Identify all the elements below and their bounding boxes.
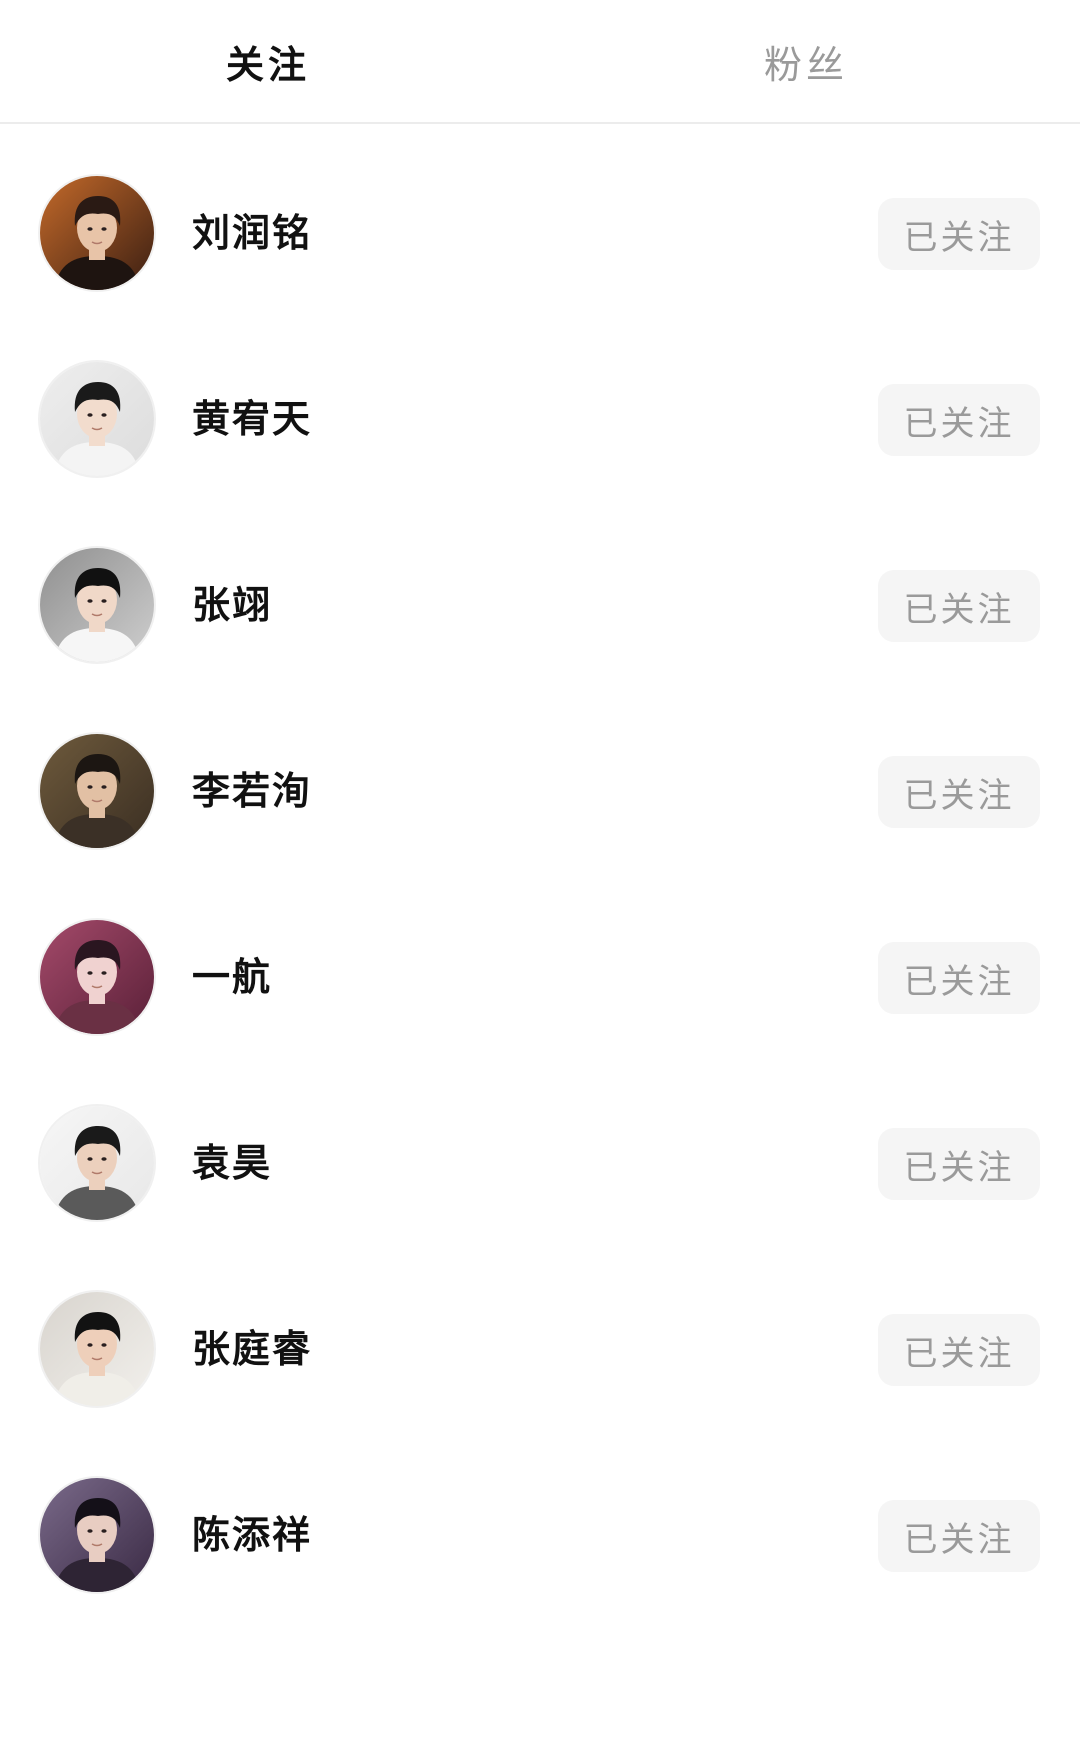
list-item[interactable]: 黄宥天 已关注 [0,310,1080,496]
avatar-portrait [40,734,154,848]
followed-button[interactable]: 已关注 [878,1500,1040,1572]
user-name: 张翊 [192,583,273,627]
followed-button[interactable]: 已关注 [878,570,1040,642]
user-name: 张庭睿 [192,1327,313,1371]
avatar-portrait [40,1292,154,1406]
avatar-portrait [40,548,154,662]
avatar[interactable] [38,1476,156,1594]
tab-following[interactable]: 关注 [118,0,418,122]
avatar[interactable] [38,1104,156,1222]
avatar[interactable] [38,546,156,664]
user-name: 一航 [192,955,273,999]
user-name: 黄宥天 [192,397,313,441]
list-item[interactable]: 一航 已关注 [0,868,1080,1054]
user-name: 李若洵 [192,769,313,813]
avatar[interactable] [38,1290,156,1408]
avatar-portrait [40,1106,154,1220]
avatar-portrait [40,920,154,1034]
user-name: 刘润铭 [192,211,313,255]
list-item[interactable]: 李若洵 已关注 [0,682,1080,868]
followed-button[interactable]: 已关注 [878,384,1040,456]
avatar[interactable] [38,918,156,1036]
followed-button[interactable]: 已关注 [878,1128,1040,1200]
followed-button[interactable]: 已关注 [878,198,1040,270]
avatar[interactable] [38,174,156,292]
user-name: 袁昊 [192,1141,273,1185]
list-item[interactable]: 袁昊 已关注 [0,1054,1080,1240]
followed-button[interactable]: 已关注 [878,942,1040,1014]
followed-button[interactable]: 已关注 [878,1314,1040,1386]
avatar[interactable] [38,360,156,478]
list-item[interactable]: 张庭睿 已关注 [0,1240,1080,1426]
list-item[interactable]: 张翊 已关注 [0,496,1080,682]
avatar-portrait [40,1478,154,1592]
followed-button[interactable]: 已关注 [878,756,1040,828]
tab-bar: 关注 粉丝 [0,0,1080,124]
user-name: 陈添祥 [192,1513,313,1557]
list-item[interactable]: 刘润铭 已关注 [0,124,1080,310]
avatar-portrait [40,362,154,476]
tab-fans[interactable]: 粉丝 [656,0,956,122]
avatar-portrait [40,176,154,290]
list-item[interactable]: 陈添祥 已关注 [0,1426,1080,1612]
avatar[interactable] [38,732,156,850]
